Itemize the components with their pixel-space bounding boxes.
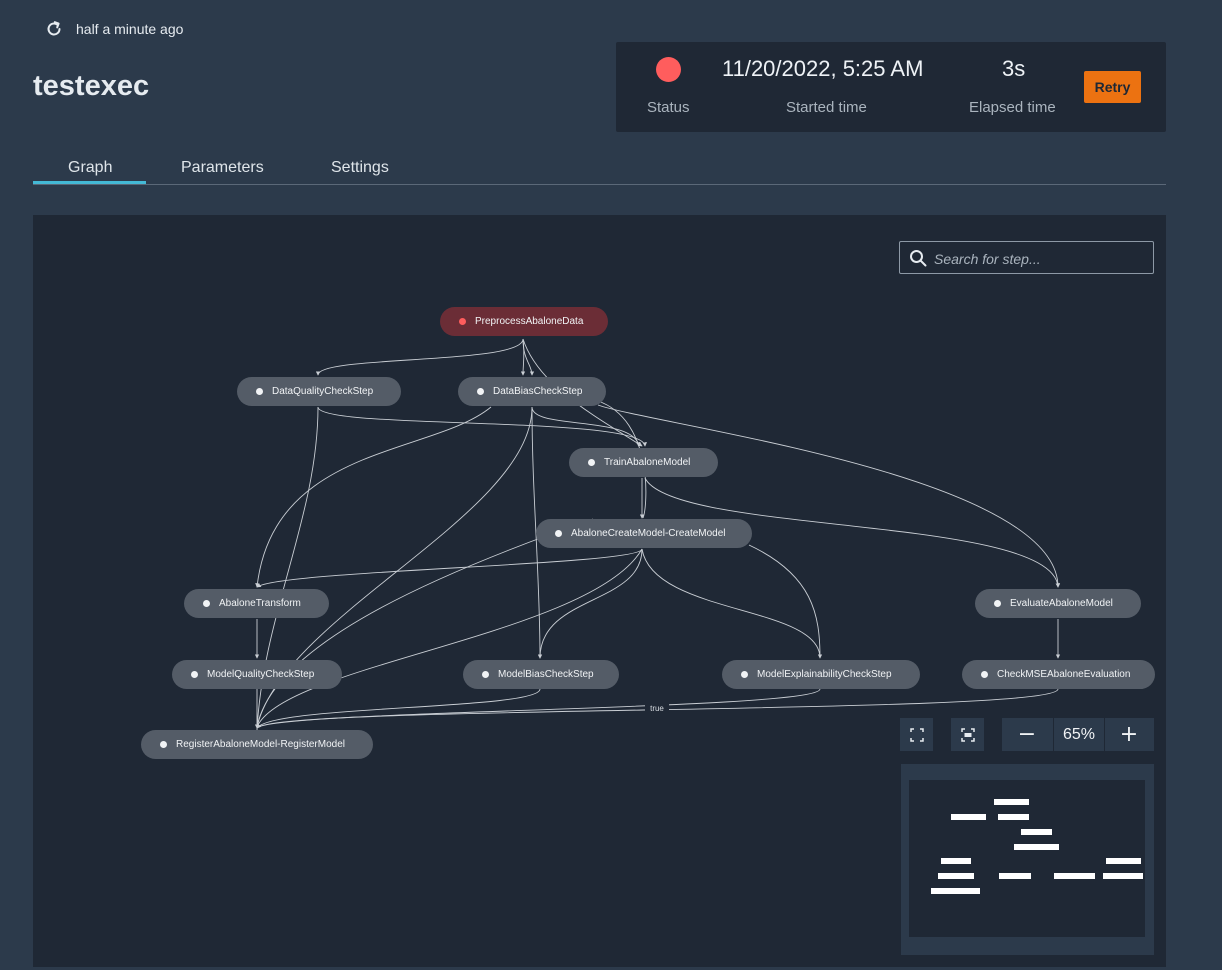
edge-create-mb — [537, 548, 643, 659]
active-tab-indicator — [33, 181, 146, 184]
node-model-quality-check-step[interactable]: ModelQualityCheckStep — [172, 660, 342, 689]
node-abalone-transform[interactable]: AbaloneTransform — [184, 589, 329, 618]
edge-mb-register — [256, 688, 541, 729]
execution-status-panel: Status 11/20/2022, 5:25 AM Started time … — [616, 42, 1166, 132]
node-label: DataQualityCheckStep — [272, 386, 374, 397]
edge-create-me — [641, 548, 823, 659]
node-label: AbaloneCreateModel-CreateModel — [571, 528, 726, 539]
node-label: RegisterAbaloneModel-RegisterModel — [176, 739, 345, 750]
edge-create-register — [256, 518, 594, 728]
node-train-abalone-model[interactable]: TrainAbaloneModel — [569, 448, 718, 477]
fullscreen-button[interactable] — [900, 718, 933, 751]
node-label: CheckMSEAbaloneEvaluation — [997, 669, 1131, 680]
minimap-node — [1103, 873, 1143, 879]
node-label: EvaluateAbaloneModel — [1010, 598, 1113, 609]
status-dot-icon — [555, 530, 562, 537]
minimap-node — [951, 814, 986, 820]
edge-label-true: true — [650, 704, 664, 713]
status-dot-icon — [588, 459, 595, 466]
minimap-node — [994, 799, 1029, 805]
node-data-quality-check-step[interactable]: DataQualityCheckStep — [237, 377, 401, 406]
refresh-icon — [47, 21, 61, 36]
zoom-controls: − 65% + — [1002, 718, 1154, 751]
minimap-node — [999, 873, 1031, 879]
minimap-node — [938, 873, 974, 879]
pipeline-graph-panel: true PreprocessAbaloneData DataQualityCh… — [33, 215, 1166, 967]
tab-bar: Graph Parameters Settings — [33, 150, 1166, 185]
node-label: ModelBiasCheckStep — [498, 669, 594, 680]
step-search-input[interactable] — [932, 242, 1151, 275]
search-icon — [910, 250, 927, 267]
minimap-node — [1054, 873, 1095, 879]
zoom-level: 65% — [1053, 718, 1105, 751]
node-register-abalone-model[interactable]: RegisterAbaloneModel-RegisterModel — [141, 730, 373, 759]
retry-button[interactable]: Retry — [1084, 71, 1141, 103]
elapsed-time-label: Elapsed time — [969, 99, 1056, 116]
status-dot-icon — [191, 671, 198, 678]
edge-db-evaluate — [597, 404, 1061, 588]
status-dot-icon — [741, 671, 748, 678]
zoom-out-button[interactable]: − — [1002, 718, 1052, 751]
node-label: TrainAbaloneModel — [604, 457, 691, 468]
edge-create-me-2 — [748, 544, 821, 659]
last-refreshed-text: half a minute ago — [76, 21, 184, 37]
tab-parameters[interactable]: Parameters — [181, 159, 264, 177]
fit-to-screen-button[interactable] — [951, 718, 984, 751]
edge-preprocess-db — [522, 338, 535, 376]
node-model-explainability-check-step[interactable]: ModelExplainabilityCheckStep — [722, 660, 920, 689]
status-dot-icon — [203, 600, 210, 607]
minimap-viewport — [909, 780, 1145, 937]
node-data-bias-check-step[interactable]: DataBiasCheckStep — [458, 377, 606, 406]
page-title: testexec — [33, 70, 150, 102]
edge-db-transform — [255, 406, 492, 588]
tab-graph[interactable]: Graph — [68, 159, 112, 177]
status-dot-icon — [981, 671, 988, 678]
edge-dq-train — [317, 406, 647, 447]
status-dot-icon — [459, 318, 466, 325]
status-dot-icon — [256, 388, 263, 395]
minimap-node — [931, 888, 980, 894]
status-dot-icon — [160, 741, 167, 748]
edge-preprocess-db-2 — [520, 338, 526, 376]
minimap-node — [1021, 829, 1052, 835]
status-dot-icon — [994, 600, 1001, 607]
node-check-mse-abalone-evaluation[interactable]: CheckMSEAbaloneEvaluation — [962, 660, 1155, 689]
elapsed-time-value: 3s — [1002, 56, 1026, 81]
fit-screen-icon — [960, 727, 975, 742]
tab-settings[interactable]: Settings — [331, 159, 389, 177]
fullscreen-icon — [909, 727, 924, 742]
minimap-node — [941, 858, 971, 864]
status-indicator — [656, 57, 681, 82]
node-model-bias-check-step[interactable]: ModelBiasCheckStep — [463, 660, 619, 689]
status-dot-icon — [482, 671, 489, 678]
status-label: Status — [647, 99, 690, 116]
node-label: ModelExplainabilityCheckStep — [757, 669, 892, 680]
minimap-node — [1014, 844, 1059, 850]
node-abalone-create-model[interactable]: AbaloneCreateModel-CreateModel — [536, 519, 752, 548]
edge-create-transform — [256, 548, 643, 588]
edge-preprocess-dq — [315, 338, 524, 376]
zoom-in-button[interactable]: + — [1104, 718, 1154, 751]
started-time-value: 11/20/2022, 5:25 AM — [722, 56, 924, 81]
step-search-box — [899, 241, 1154, 275]
node-label: DataBiasCheckStep — [493, 386, 583, 397]
minimap-node — [998, 814, 1029, 820]
started-time-label: Started time — [786, 99, 867, 116]
node-label: AbaloneTransform — [219, 598, 301, 609]
status-dot-icon — [477, 388, 484, 395]
refresh-button[interactable]: half a minute ago — [44, 19, 183, 39]
node-evaluate-abalone-model[interactable]: EvaluateAbaloneModel — [975, 589, 1141, 618]
edge-create-register-2 — [256, 548, 643, 728]
minimap-node — [1106, 858, 1141, 864]
node-preprocess-abalone-data[interactable]: PreprocessAbaloneData — [440, 307, 608, 336]
graph-minimap[interactable] — [901, 764, 1154, 955]
node-label: ModelQualityCheckStep — [207, 669, 315, 680]
node-label: PreprocessAbaloneData — [475, 316, 584, 327]
